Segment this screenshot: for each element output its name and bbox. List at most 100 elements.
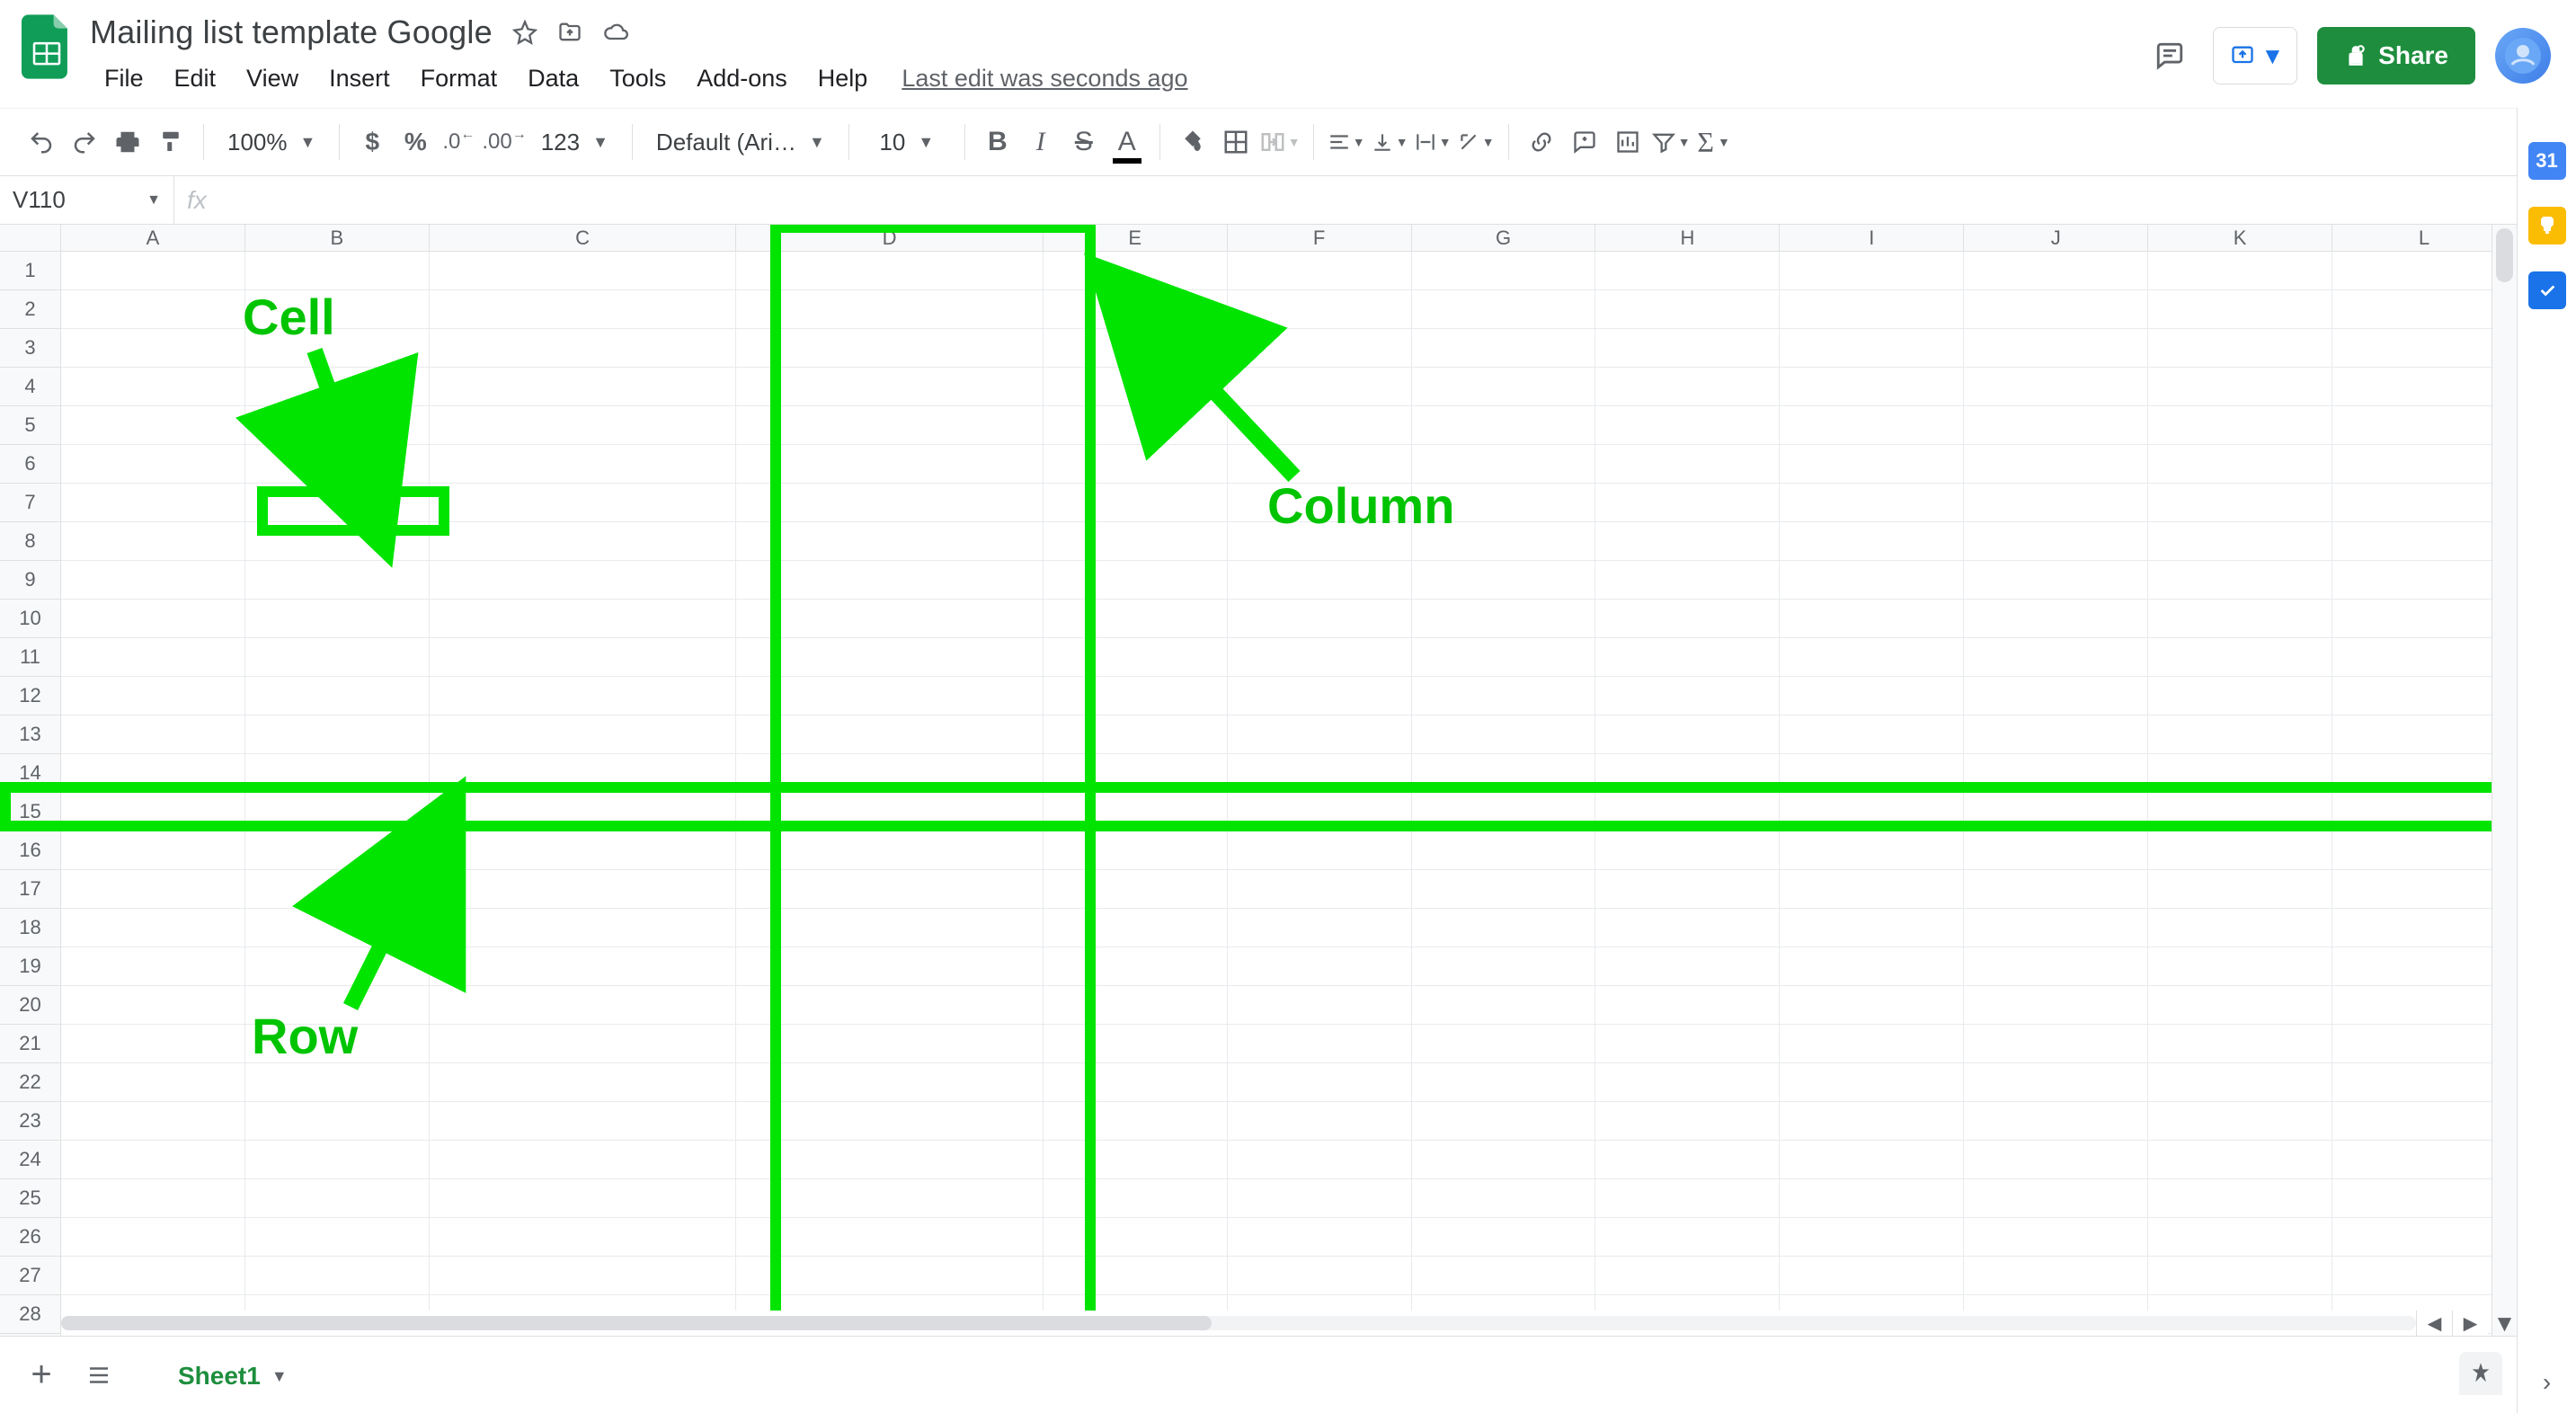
column-header[interactable]: I [1780,225,1964,251]
cell[interactable] [1780,1179,1964,1218]
cell[interactable] [1044,638,1228,677]
cell[interactable] [1228,1063,1412,1102]
cell[interactable] [736,600,1043,638]
column-header[interactable]: A [61,225,245,251]
cell[interactable] [1228,831,1412,870]
cell[interactable] [1595,329,1780,368]
cell[interactable] [245,947,430,986]
cell[interactable] [736,1063,1043,1102]
cell[interactable] [61,1257,245,1295]
cell[interactable] [1044,600,1228,638]
cell[interactable] [1412,368,1596,406]
cell[interactable] [2332,1141,2517,1179]
cell[interactable] [2148,1179,2332,1218]
formula-bar[interactable]: fx [174,176,2576,224]
column-header[interactable]: F [1228,225,1412,251]
cell[interactable] [1780,986,1964,1025]
menu-edit[interactable]: Edit [160,59,231,98]
cell[interactable] [1964,1218,2148,1257]
cell[interactable] [1595,1257,1780,1295]
cell[interactable] [1780,1141,1964,1179]
cell[interactable] [245,329,430,368]
cell[interactable] [1412,561,1596,600]
cell[interactable] [2148,793,2332,831]
cell[interactable] [2332,329,2517,368]
cell[interactable] [1228,677,1412,715]
column-header[interactable]: C [430,225,736,251]
cell[interactable] [1780,561,1964,600]
cell[interactable] [1964,561,2148,600]
cell[interactable] [736,1179,1043,1218]
cell[interactable] [245,252,430,290]
cell[interactable] [2332,1218,2517,1257]
cell[interactable] [1780,715,1964,754]
print-icon[interactable] [108,122,147,162]
cell[interactable] [1044,368,1228,406]
cell[interactable] [1228,1179,1412,1218]
cell[interactable] [736,870,1043,909]
cell[interactable] [1780,522,1964,561]
cell[interactable] [1964,677,2148,715]
row-header[interactable]: 2 [0,290,60,329]
cell[interactable] [1412,1141,1596,1179]
cell[interactable] [245,754,430,793]
cell[interactable] [245,986,430,1025]
cell[interactable] [61,754,245,793]
row-header[interactable]: 13 [0,715,60,754]
cell[interactable] [245,522,430,561]
cell[interactable] [245,909,430,947]
cell[interactable] [1964,406,2148,445]
row-header[interactable]: 22 [0,1063,60,1102]
cell[interactable] [430,831,736,870]
cell[interactable] [61,986,245,1025]
row-header[interactable]: 25 [0,1179,60,1218]
cell[interactable] [1412,1218,1596,1257]
redo-icon[interactable] [65,122,104,162]
cell[interactable] [1412,986,1596,1025]
cell[interactable] [61,445,245,484]
fill-color-icon[interactable] [1173,122,1212,162]
cell[interactable] [2148,368,2332,406]
link-icon[interactable] [1522,122,1561,162]
cell[interactable] [1595,252,1780,290]
cell[interactable] [2332,831,2517,870]
row-header[interactable]: 28 [0,1295,60,1334]
row-header[interactable]: 5 [0,406,60,445]
cell[interactable] [1964,870,2148,909]
cell[interactable] [1964,522,2148,561]
cell[interactable] [245,793,430,831]
row-header[interactable]: 16 [0,831,60,870]
cell[interactable] [1595,1141,1780,1179]
row-header[interactable]: 1 [0,252,60,290]
cell[interactable] [1044,754,1228,793]
hscroll-right-icon[interactable]: ► [2452,1311,2488,1336]
cell[interactable] [1412,638,1596,677]
cell[interactable] [736,638,1043,677]
paint-format-icon[interactable] [151,122,191,162]
comment-icon[interactable] [1565,122,1604,162]
cell[interactable] [1044,1102,1228,1141]
cell[interactable] [430,252,736,290]
cell[interactable] [2332,947,2517,986]
cell[interactable] [430,600,736,638]
cell[interactable] [1044,1179,1228,1218]
cell[interactable] [2148,677,2332,715]
cell[interactable] [1595,522,1780,561]
cell[interactable] [61,831,245,870]
cell[interactable] [2148,638,2332,677]
decrease-decimal-icon[interactable]: .0← [439,122,478,162]
cell[interactable] [1595,870,1780,909]
cell[interactable] [245,406,430,445]
cell[interactable] [2148,947,2332,986]
comments-icon[interactable] [2146,32,2193,79]
cell[interactable] [245,715,430,754]
sheet-tab-active[interactable]: Sheet1 ▼ [156,1346,309,1403]
cell[interactable] [1595,1102,1780,1141]
cell[interactable] [2332,522,2517,561]
cell[interactable] [61,947,245,986]
cell[interactable] [1412,1025,1596,1063]
cell[interactable] [245,368,430,406]
cell[interactable] [1412,406,1596,445]
cell[interactable] [2332,406,2517,445]
cell[interactable] [736,986,1043,1025]
